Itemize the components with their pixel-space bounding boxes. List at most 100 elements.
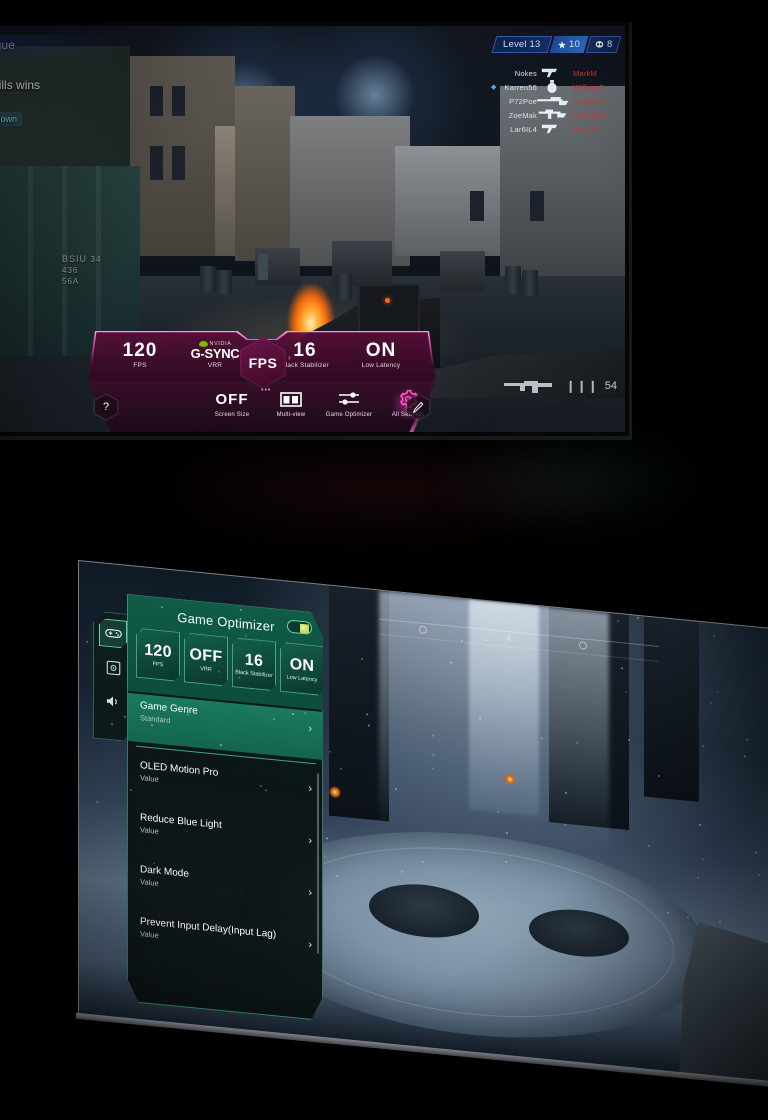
game-bar-stat-fps[interactable]: 120 FPS	[108, 341, 172, 369]
game-optimizer-panel: Game Optimizer 120 FPS OFF VRR 16 Black …	[127, 594, 323, 1021]
optimizer-menu-item-oled-motion-pro[interactable]: OLED Motion Pro Value ›	[140, 760, 316, 799]
game-bar-stat-label: Low Latency	[342, 362, 420, 369]
optimizer-stat-low-latency[interactable]: ON Low Latency	[280, 642, 324, 696]
hud-skull-count: 8	[607, 39, 612, 50]
hud-player-left-name: Lar6IL4	[495, 125, 537, 134]
scene-snow-speck	[486, 639, 488, 641]
scene-barrel	[216, 270, 232, 294]
scene-snow-speck	[713, 635, 715, 637]
hud-player-row: P72Poe GreatKSt	[491, 94, 619, 108]
scene-lantern	[504, 773, 516, 786]
game-bar-stat-low-latency[interactable]: ON Low Latency	[342, 341, 420, 369]
optimizer-stat-value: OFF	[190, 645, 223, 665]
scene-snow-speck	[273, 718, 275, 720]
scene-snow-speck	[497, 811, 499, 813]
fps-badge-prev-arrow[interactable]: ‹	[232, 353, 235, 362]
scene-window	[150, 146, 163, 180]
scene-snow-speck	[186, 830, 188, 832]
sign-code: BSIU	[62, 254, 87, 264]
scene-snow-speck	[260, 784, 262, 786]
optimizer-stat-value: 120	[144, 641, 172, 661]
scene-snow-speck	[292, 713, 294, 715]
optimizer-stat-vrr[interactable]: OFF VRR	[184, 632, 228, 686]
bottom-tv-device: E Game Optimizer 120 FPS OFF VRR 16 Blac…	[0, 520, 768, 1040]
optimizer-menu-item-reduce-blue-light[interactable]: Reduce Blue Light Value ›	[140, 812, 316, 851]
scene-snow-speck	[744, 755, 746, 757]
hud-player-right-name: MarkM	[567, 69, 619, 78]
scene-snow-speck	[326, 837, 328, 839]
hud-skull-badge: 8	[585, 36, 621, 53]
scene-snow-speck	[153, 862, 155, 864]
scene-snow-speck	[621, 667, 623, 669]
scene-barrel	[200, 266, 216, 292]
scene-snow-speck	[340, 767, 342, 769]
optimizer-menu-item-prevent-input-delay[interactable]: Prevent Input Delay(Input Lag) Value ›	[140, 916, 316, 955]
scene-snow-speck	[702, 745, 704, 747]
scene-snow-speck	[265, 789, 267, 791]
scene-lantern	[329, 786, 341, 799]
chevron-right-icon: ›	[308, 783, 312, 795]
hud-left-info: at League ch 30 kills wins enemies the c…	[0, 38, 120, 126]
optimizer-stat-label: VRR	[200, 665, 212, 672]
hud-cooldown-label: the cooldown	[0, 112, 22, 126]
scene-snow-speck	[450, 661, 452, 663]
game-bar-stat-label: FPS	[108, 362, 172, 369]
scene-snow-speck	[461, 639, 463, 641]
scene-snow-speck	[628, 739, 630, 741]
scene-building	[235, 86, 295, 261]
scene-snow-speck	[401, 870, 403, 872]
scene-snow-speck	[412, 710, 414, 712]
hud-player-left-name: ZoeMak	[495, 111, 537, 120]
screen-size-value: OFF	[216, 391, 249, 408]
gamepad-icon[interactable]	[99, 618, 127, 649]
scene-pillar	[644, 616, 699, 801]
hud-player-right-name: TrevMka ♦	[567, 111, 619, 120]
question-mark-icon: ?	[95, 395, 117, 419]
scene-snow-speck	[717, 690, 719, 692]
optimizer-stat-value: 16	[245, 651, 263, 670]
assault-rifle-icon	[502, 378, 560, 394]
sound-icon[interactable]	[99, 686, 127, 717]
hud-player-right-name: Gro_91	[567, 125, 619, 134]
fps-badge-next-arrow[interactable]: ›	[288, 353, 291, 362]
scene-window	[530, 191, 544, 221]
hud-ammo: ❙❙❙ 54	[502, 378, 617, 394]
scene-crate	[440, 251, 485, 291]
rifle-icon	[537, 108, 567, 123]
sniper-icon	[537, 95, 567, 108]
chevron-right-icon: ›	[308, 723, 312, 735]
optimizer-toggle[interactable]	[287, 619, 312, 634]
optimizer-menu-item-dark-mode[interactable]: Dark Mode Value ›	[140, 864, 316, 903]
sign-num3: 56A	[62, 277, 79, 286]
scene-barrel	[336, 274, 352, 300]
scene-snow-speck	[218, 671, 220, 673]
optimizer-stat-label: Black Stabilizer	[235, 669, 273, 679]
scene-snow-speck	[304, 712, 306, 714]
scene-window	[470, 191, 484, 221]
picture-icon[interactable]	[99, 652, 127, 683]
chevron-right-icon: ›	[308, 835, 312, 847]
hud-player-left-name: Karren56	[495, 83, 537, 92]
top-tv-device: BSIU 34 436 56A at League ch 30	[0, 22, 632, 440]
scene-snow-speck	[710, 702, 712, 704]
ambient-glow-green	[420, 425, 720, 535]
optimizer-scrollbar[interactable]	[317, 773, 319, 953]
scene-barrel	[505, 266, 521, 294]
scene-snow-speck	[96, 801, 98, 803]
pistol-icon	[537, 123, 567, 136]
scene-snow-speck	[637, 617, 639, 619]
optimizer-stat-fps[interactable]: 120 FPS	[136, 628, 180, 682]
scene-snow-speck	[366, 713, 368, 715]
hud-ammo-bars: ❙❙❙	[566, 379, 599, 393]
optimizer-stat-black-stabilizer[interactable]: 16 Black Stabilizer	[232, 637, 276, 691]
hud-player-row: ZoeMak TrevMka ♦	[491, 108, 619, 122]
scene-building	[395, 146, 515, 256]
hud-league-bar	[0, 35, 123, 55]
scene-window	[172, 86, 185, 116]
hud-player-row: Nokes MarkM	[491, 66, 619, 80]
hud-star-count: 10	[569, 39, 580, 50]
scene-snow-speck	[361, 658, 363, 660]
scene-snow-speck	[702, 858, 704, 860]
chevron-right-icon: ›	[308, 939, 312, 951]
hud-player-right-name: GreatKSt	[567, 97, 619, 106]
